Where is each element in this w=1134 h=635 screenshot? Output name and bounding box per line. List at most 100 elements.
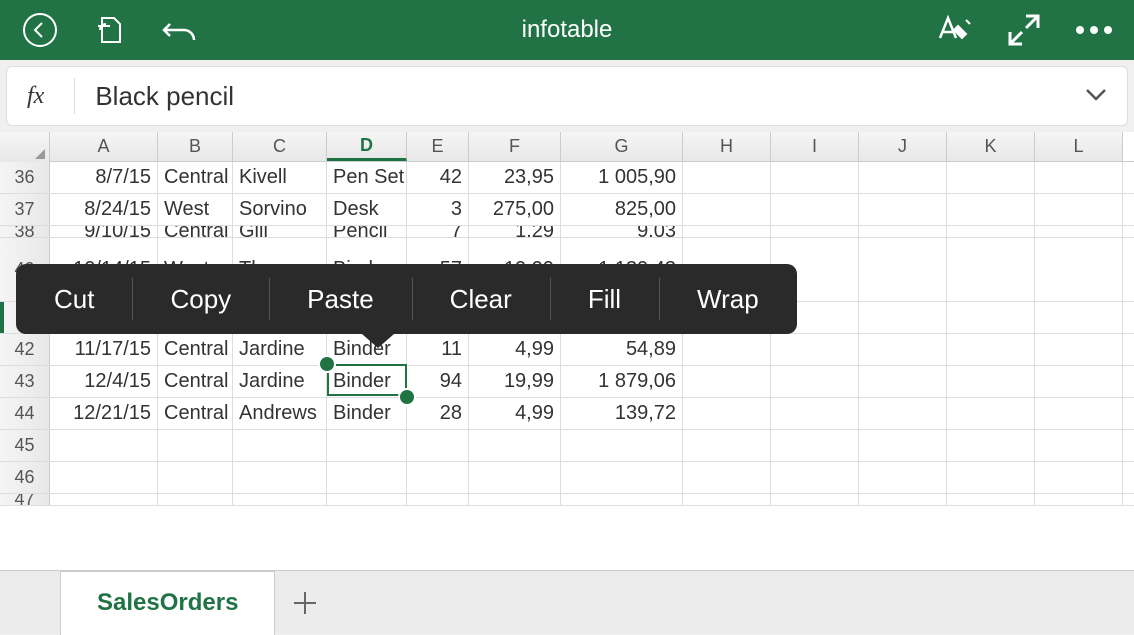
cell[interactable] [771,366,859,397]
col-header-B[interactable]: B [158,132,233,161]
cell[interactable]: Pencil [327,226,407,237]
cell[interactable]: 42 [407,162,469,193]
chevron-down-icon[interactable] [1085,85,1107,108]
cell[interactable] [469,462,561,493]
col-header-I[interactable]: I [771,132,859,161]
col-header-H[interactable]: H [683,132,771,161]
cell[interactable] [947,162,1035,193]
formula-input[interactable]: Black pencil [95,81,1085,112]
cell[interactable] [469,494,561,505]
col-header-L[interactable]: L [1035,132,1123,161]
cell[interactable]: 94 [407,366,469,397]
row-header[interactable]: 42 [0,334,50,365]
expand-icon[interactable] [1004,10,1044,50]
cell[interactable] [158,430,233,461]
spreadsheet-grid[interactable]: A B C D E F G H I J K L 368/7/15CentralK… [0,132,1134,572]
row-header[interactable]: 46 [0,462,50,493]
format-icon[interactable] [934,10,974,50]
cell[interactable] [1035,398,1123,429]
cell[interactable] [947,462,1035,493]
cell[interactable] [859,238,947,301]
col-header-K[interactable]: K [947,132,1035,161]
cell[interactable] [771,334,859,365]
select-all-corner[interactable] [0,132,50,162]
cell[interactable] [947,194,1035,225]
col-header-A[interactable]: A [50,132,158,161]
cell[interactable] [683,462,771,493]
cell[interactable] [1035,238,1123,301]
cell[interactable] [469,430,561,461]
cell[interactable]: 275,00 [469,194,561,225]
cell[interactable] [1035,194,1123,225]
context-fill[interactable]: Fill [550,264,659,334]
context-copy[interactable]: Copy [132,264,269,334]
cell[interactable] [859,398,947,429]
cell[interactable] [859,226,947,237]
cell[interactable]: Binder [327,398,407,429]
cell[interactable] [859,366,947,397]
cell[interactable] [859,430,947,461]
cell[interactable]: Binder [327,366,407,397]
cell[interactable] [407,462,469,493]
cell[interactable] [683,194,771,225]
cell[interactable] [771,462,859,493]
cell[interactable] [50,494,158,505]
cell[interactable] [771,494,859,505]
cell[interactable] [947,398,1035,429]
cell[interactable] [947,238,1035,301]
back-button[interactable] [20,10,60,50]
cell[interactable]: 139,72 [561,398,683,429]
cell[interactable]: Andrews [233,398,327,429]
cell[interactable] [771,194,859,225]
cell[interactable]: 4,99 [469,398,561,429]
sheet-tab-salesorders[interactable]: SalesOrders [60,571,275,635]
add-sheet-button[interactable] [275,571,335,635]
cell[interactable]: Gill [233,226,327,237]
cell[interactable]: 54,89 [561,334,683,365]
col-header-G[interactable]: G [561,132,683,161]
cell[interactable]: 23,95 [469,162,561,193]
cell[interactable] [947,226,1035,237]
cell[interactable] [327,462,407,493]
cell[interactable]: Jardine [233,334,327,365]
cell[interactable] [771,226,859,237]
cell[interactable] [158,494,233,505]
cell[interactable] [1035,302,1123,333]
cell[interactable] [859,302,947,333]
cell[interactable] [50,430,158,461]
cell[interactable] [327,494,407,505]
row-header[interactable]: 44 [0,398,50,429]
cell[interactable] [771,430,859,461]
cell[interactable]: 9,03 [561,226,683,237]
col-header-D[interactable]: D [327,132,407,161]
cell[interactable] [683,162,771,193]
cell[interactable] [947,430,1035,461]
cell[interactable] [771,162,859,193]
more-icon[interactable] [1074,10,1114,50]
cell[interactable] [50,462,158,493]
cell[interactable] [859,194,947,225]
cell[interactable]: Pen Set [327,162,407,193]
cell[interactable] [561,430,683,461]
cell[interactable] [771,398,859,429]
cell[interactable]: 11/17/15 [50,334,158,365]
cell[interactable] [859,494,947,505]
cell[interactable] [233,462,327,493]
row-header[interactable]: 36 [0,162,50,193]
cell[interactable] [859,462,947,493]
cell[interactable]: 8/7/15 [50,162,158,193]
cell[interactable] [1035,162,1123,193]
cell[interactable] [859,334,947,365]
cell[interactable]: Jardine [233,366,327,397]
cell[interactable] [561,494,683,505]
cell[interactable] [561,462,683,493]
cell[interactable] [683,366,771,397]
cell[interactable]: 12/4/15 [50,366,158,397]
cell[interactable] [1035,334,1123,365]
context-clear[interactable]: Clear [412,264,550,334]
cell[interactable]: Sorvino [233,194,327,225]
cell[interactable]: 12/21/15 [50,398,158,429]
cell[interactable] [233,430,327,461]
cell[interactable]: Central [158,398,233,429]
row-header[interactable]: 43 [0,366,50,397]
